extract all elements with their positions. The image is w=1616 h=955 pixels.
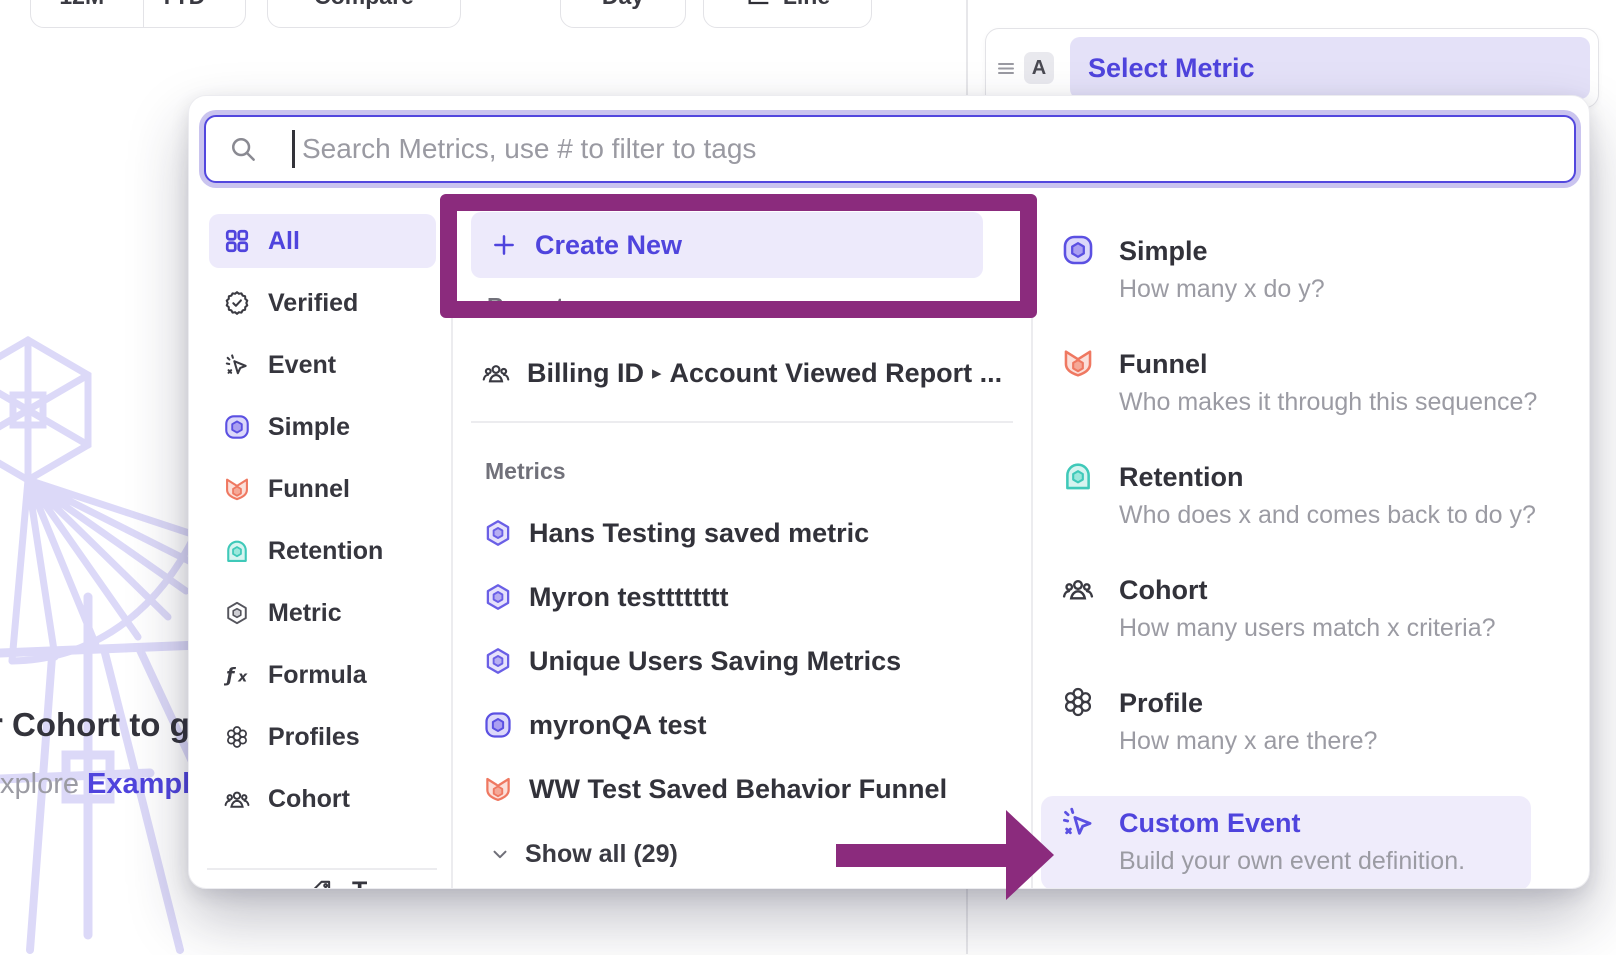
caret-down-icon — [211, 0, 229, 5]
sidebar-item-event[interactable]: Event — [209, 338, 436, 392]
metric-hexagon-icon — [483, 582, 513, 612]
metric-hexagon-icon — [483, 518, 513, 548]
types-divider — [1031, 200, 1033, 889]
event-cursor-icon — [223, 352, 251, 378]
search-box — [204, 115, 1576, 183]
saved-metric-row[interactable]: WW Test Saved Behavior Funnel — [483, 762, 947, 816]
recents-divider — [471, 421, 1013, 423]
sparkle-cursor-icon — [1061, 805, 1095, 839]
explore-prefix: xplore — [0, 768, 87, 800]
sidebar-item-tags-partial[interactable]: T — [293, 878, 520, 889]
metric-type-simple[interactable]: Simple — [1119, 233, 1208, 269]
show-all-toggle[interactable]: Show all (29) — [489, 836, 678, 872]
metric-type-cohort[interactable]: Cohort — [1119, 572, 1207, 608]
chevron-down-icon — [489, 843, 511, 865]
sidebar-item-profiles[interactable]: Profiles — [209, 710, 436, 764]
recents-heading: Recents — [487, 293, 576, 320]
metric-type-custom-event[interactable]: Custom Event — [1119, 805, 1301, 841]
recent-item-row[interactable]: Billing ID ▸ Account Viewed Report ... — [481, 351, 1015, 395]
range-12m-button[interactable]: 12M — [31, 0, 133, 27]
metric-type-profile[interactable]: Profile — [1119, 685, 1203, 721]
breadcrumb-separator: ▸ — [644, 362, 670, 385]
sidebar-item-formula[interactable]: ƒx Formula — [209, 648, 436, 702]
simple-metric-icon — [1061, 233, 1095, 267]
empty-state-headline: r Cohort to ge — [0, 706, 208, 744]
range-ytd-button[interactable]: YTD — [143, 0, 246, 27]
saved-metric-row[interactable]: Unique Users Saving Metrics — [483, 634, 901, 688]
sidebar-item-verified[interactable]: Verified — [209, 276, 436, 330]
cohort-icon — [223, 785, 251, 813]
date-range-segmented-control: 12M YTD — [30, 0, 246, 28]
funnel-icon — [1061, 346, 1095, 380]
grid-icon — [223, 228, 251, 254]
svg-text:ƒ: ƒ — [224, 666, 236, 687]
drag-handle-icon[interactable] — [994, 56, 1018, 80]
select-metric-pill[interactable]: Select Metric — [1070, 37, 1590, 99]
profiles-icon — [223, 724, 251, 750]
sidebar-item-retention[interactable]: Retention — [209, 524, 436, 578]
metrics-heading: Metrics — [485, 458, 566, 485]
plus-icon — [491, 232, 517, 258]
saved-metric-row[interactable]: Hans Testing saved metric — [483, 506, 869, 560]
sidebar-divider — [451, 200, 453, 889]
search-focus-ring — [199, 110, 1581, 188]
metric-type-retention-desc: Who does x and comes back to do y? — [1119, 500, 1536, 530]
retention-icon — [223, 537, 251, 565]
interval-day-button[interactable]: Day — [560, 0, 686, 28]
search-input[interactable] — [300, 132, 1574, 166]
sidebar-item-simple[interactable]: Simple — [209, 400, 436, 454]
retention-icon — [1061, 459, 1095, 493]
metric-hexagon-icon — [483, 646, 513, 676]
sidebar-item-funnel[interactable]: Funnel — [209, 462, 436, 516]
saved-metric-row[interactable]: myronQA test — [483, 698, 707, 752]
svg-text:x: x — [237, 670, 248, 686]
metric-type-cohort-desc: How many users match x criteria? — [1119, 613, 1496, 643]
create-new-button[interactable]: Create New — [471, 212, 983, 278]
saved-metric-row[interactable]: Myron testttttttt — [483, 570, 728, 624]
sidebar-item-cohort[interactable]: Cohort — [209, 772, 436, 826]
tag-icon — [307, 878, 335, 889]
funnel-icon — [223, 475, 251, 503]
metric-type-profile-desc: How many x are there? — [1119, 726, 1377, 756]
metric-hexagon-icon — [223, 600, 251, 626]
metric-type-retention[interactable]: Retention — [1119, 459, 1244, 495]
metric-type-custom-event-desc: Build your own event definition. — [1119, 846, 1465, 876]
cohort-icon — [1061, 572, 1095, 606]
select-metric-modal: All Verified Event Simple Funnel Retenti… — [188, 95, 1590, 889]
series-badge: A — [1024, 52, 1054, 84]
compare-button[interactable]: Compare — [267, 0, 461, 28]
sidebar-item-metric[interactable]: Metric — [209, 586, 436, 640]
simple-metric-icon — [223, 413, 251, 441]
chart-type-line-button[interactable]: Line — [703, 0, 872, 28]
formula-icon: ƒx — [223, 662, 251, 688]
metric-type-simple-desc: How many x do y? — [1119, 274, 1325, 304]
sidebar-item-all[interactable]: All — [209, 214, 436, 268]
text-cursor — [292, 130, 295, 168]
simple-metric-icon — [483, 710, 513, 740]
line-chart-icon — [745, 0, 773, 10]
cohort-icon — [481, 358, 511, 388]
metric-type-funnel[interactable]: Funnel — [1119, 346, 1208, 382]
profiles-icon — [1061, 685, 1095, 719]
verified-badge-icon — [223, 290, 251, 316]
metric-type-funnel-desc: Who makes it through this sequence? — [1119, 387, 1537, 417]
sidebar-bottom-divider — [207, 868, 437, 870]
search-icon — [228, 134, 258, 164]
funnel-icon — [483, 774, 513, 804]
